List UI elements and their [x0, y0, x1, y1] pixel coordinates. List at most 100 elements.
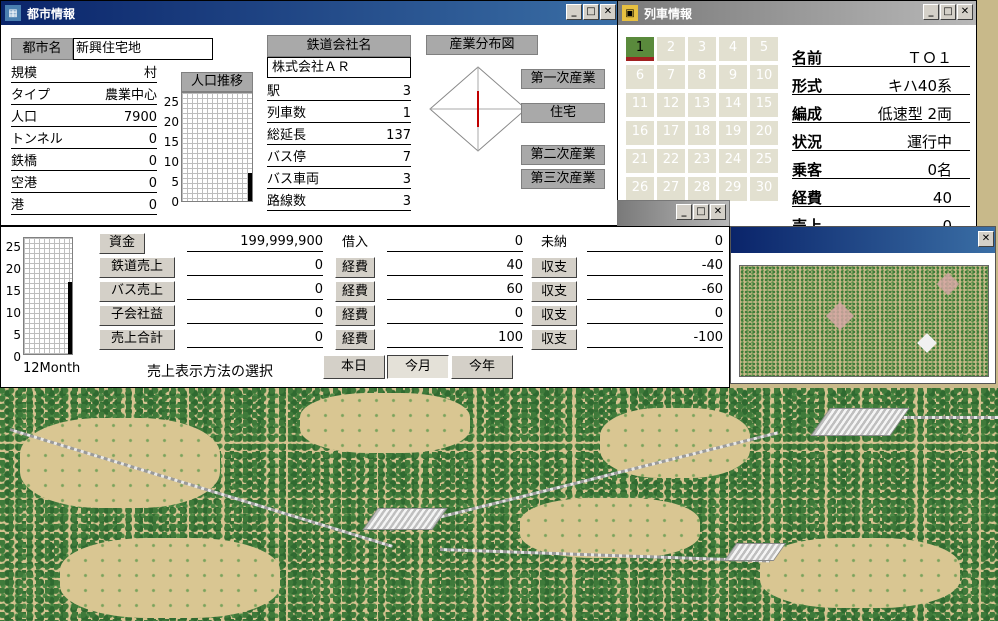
game-map[interactable] — [0, 388, 998, 621]
train-slot[interactable]: 2 — [657, 37, 685, 61]
display-mode-button[interactable]: 本日 — [323, 355, 385, 379]
train-slot[interactable]: 11 — [626, 93, 654, 117]
train-app-icon: ▣ — [622, 5, 638, 21]
train-slot[interactable]: 14 — [719, 93, 747, 117]
finance-category-button[interactable]: 子会社益 — [99, 305, 175, 326]
company-stat-row: 路線数 3 — [267, 193, 411, 211]
station-west[interactable] — [362, 508, 448, 530]
finance-category-button[interactable]: 鉄道売上 — [99, 257, 175, 278]
train-slot[interactable]: 20 — [750, 121, 778, 145]
train-slot[interactable]: 4 — [719, 37, 747, 61]
train-slot[interactable]: 8 — [688, 65, 716, 89]
close-button[interactable]: ✕ — [957, 4, 973, 20]
minimap-titlebar[interactable]: ✕ — [731, 227, 995, 253]
train-slot[interactable]: 15 — [750, 93, 778, 117]
finance-category-button[interactable]: 資金 — [99, 233, 145, 254]
city-info-window[interactable]: ▦ 都市情報 _ □ ✕ 都市名 新興住宅地 規模 村タイプ 農業中心 人口 7900 ト… — [0, 0, 620, 226]
train-slot[interactable]: 21 — [626, 149, 654, 173]
minimize-button[interactable]: _ — [923, 4, 939, 20]
finance-income-value: 0 — [187, 305, 323, 324]
company-stat-value: 7 — [402, 150, 411, 165]
train-slot[interactable]: 22 — [657, 149, 685, 173]
train-slot[interactable]: 17 — [657, 121, 685, 145]
train-field-row: 状況 運行中 — [792, 129, 970, 151]
maximize-button[interactable]: □ — [583, 4, 599, 20]
maximize-button[interactable]: □ — [693, 204, 709, 220]
finance-right-label[interactable]: 収支 — [531, 281, 577, 302]
finance-window[interactable]: 25 20 15 10 5 0 12Month 資金 199,999,900 借入 0 未納 0 鉄道… — [0, 226, 730, 388]
company-stat-row: 駅3 — [267, 83, 411, 101]
finance-right-label[interactable]: 収支 — [531, 305, 577, 326]
train-slot[interactable]: 19 — [719, 121, 747, 145]
finance-axis-tick: 25 — [5, 240, 21, 254]
finance-income-value: 0 — [187, 281, 323, 300]
display-mode-button[interactable]: 今年 — [451, 355, 513, 379]
maximize-button[interactable]: □ — [940, 4, 956, 20]
finance-mid-label[interactable]: 経費 — [335, 257, 375, 278]
minimize-button[interactable]: _ — [566, 4, 582, 20]
train-field-value: 40 — [932, 189, 952, 207]
finance-axis-tick: 10 — [5, 306, 21, 320]
small-floating-window[interactable]: _ □ ✕ — [617, 200, 730, 228]
close-button[interactable]: ✕ — [600, 4, 616, 20]
finance-right-value: -40 — [587, 257, 723, 276]
finance-right-label[interactable]: 収支 — [531, 329, 577, 350]
train-slot[interactable]: 24 — [719, 149, 747, 173]
close-button[interactable]: ✕ — [710, 204, 726, 220]
finance-mid-label[interactable]: 経費 — [335, 329, 375, 350]
finance-right-label[interactable]: 収支 — [531, 257, 577, 278]
city-stat-label: 鉄橋 — [11, 154, 38, 169]
finance-category-button[interactable]: バス売上 — [99, 281, 175, 302]
finance-mid-label[interactable]: 経費 — [335, 305, 375, 326]
train-slot[interactable]: 1 — [626, 37, 654, 61]
train-slot[interactable]: 5 — [750, 37, 778, 61]
finance-mid-value: 100 — [387, 329, 523, 348]
train-field-row: 乗客 0名 — [792, 157, 970, 179]
train-slot[interactable]: 28 — [688, 177, 716, 201]
finance-axis-tick: 15 — [5, 284, 21, 298]
company-stat-row: 列車数 1 — [267, 105, 411, 123]
train-slot[interactable]: 12 — [657, 93, 685, 117]
finance-mid-value: 60 — [387, 281, 523, 300]
minimap-view[interactable] — [739, 265, 989, 377]
station-east[interactable] — [810, 408, 910, 436]
close-button[interactable]: ✕ — [978, 231, 994, 247]
finance-category-button[interactable]: 売上合計 — [99, 329, 175, 350]
finance-chart-caption: 12Month — [23, 361, 81, 376]
train-slot[interactable]: 27 — [657, 177, 685, 201]
minimap-window[interactable]: ✕ — [730, 226, 996, 384]
city-stat-label: トンネル — [11, 132, 63, 147]
minimize-button[interactable]: _ — [676, 204, 692, 220]
city-stat-label: タイプ — [11, 88, 51, 103]
train-slot[interactable]: 3 — [688, 37, 716, 61]
train-slot[interactable]: 29 — [719, 177, 747, 201]
display-mode-button[interactable]: 今月 — [387, 355, 449, 379]
city-name-field[interactable]: 新興住宅地 — [73, 38, 213, 60]
train-slot[interactable]: 25 — [750, 149, 778, 173]
industry-diagram — [429, 66, 527, 152]
finance-chart-bar — [68, 282, 72, 354]
minimap-town — [917, 333, 937, 353]
city-stat-value: 農業中心 — [104, 88, 157, 103]
train-info-window[interactable]: ▣ 列車情報 _ □ ✕ 1 2 3 4 5 6 7 8 9 10 11 12 13 14 15 16 17 18… — [617, 0, 977, 235]
train-slot[interactable]: 16 — [626, 121, 654, 145]
train-slot[interactable]: 23 — [688, 149, 716, 173]
train-slot[interactable]: 26 — [626, 177, 654, 201]
train-slot[interactable]: 13 — [688, 93, 716, 117]
company-stat-label: バス車両 — [267, 172, 320, 187]
small-window-titlebar[interactable]: _ □ ✕ — [618, 201, 729, 227]
population-chart — [181, 92, 253, 202]
population-axis-tick: 10 — [163, 155, 179, 169]
train-slot[interactable]: 7 — [657, 65, 685, 89]
train-slot[interactable]: 18 — [688, 121, 716, 145]
population-chart-button[interactable]: 人口推移 — [181, 72, 253, 92]
train-slot[interactable]: 9 — [719, 65, 747, 89]
city-info-titlebar[interactable]: ▦ 都市情報 _ □ ✕ — [1, 1, 619, 25]
train-slot[interactable]: 6 — [626, 65, 654, 89]
train-info-titlebar[interactable]: ▣ 列車情報 _ □ ✕ — [618, 1, 976, 25]
finance-mid-label[interactable]: 経費 — [335, 281, 375, 302]
industry-map-button[interactable]: 産業分布図 — [426, 35, 538, 55]
train-slot[interactable]: 10 — [750, 65, 778, 89]
train-slot[interactable]: 30 — [750, 177, 778, 201]
finance-income-value: 199,999,900 — [187, 233, 323, 252]
